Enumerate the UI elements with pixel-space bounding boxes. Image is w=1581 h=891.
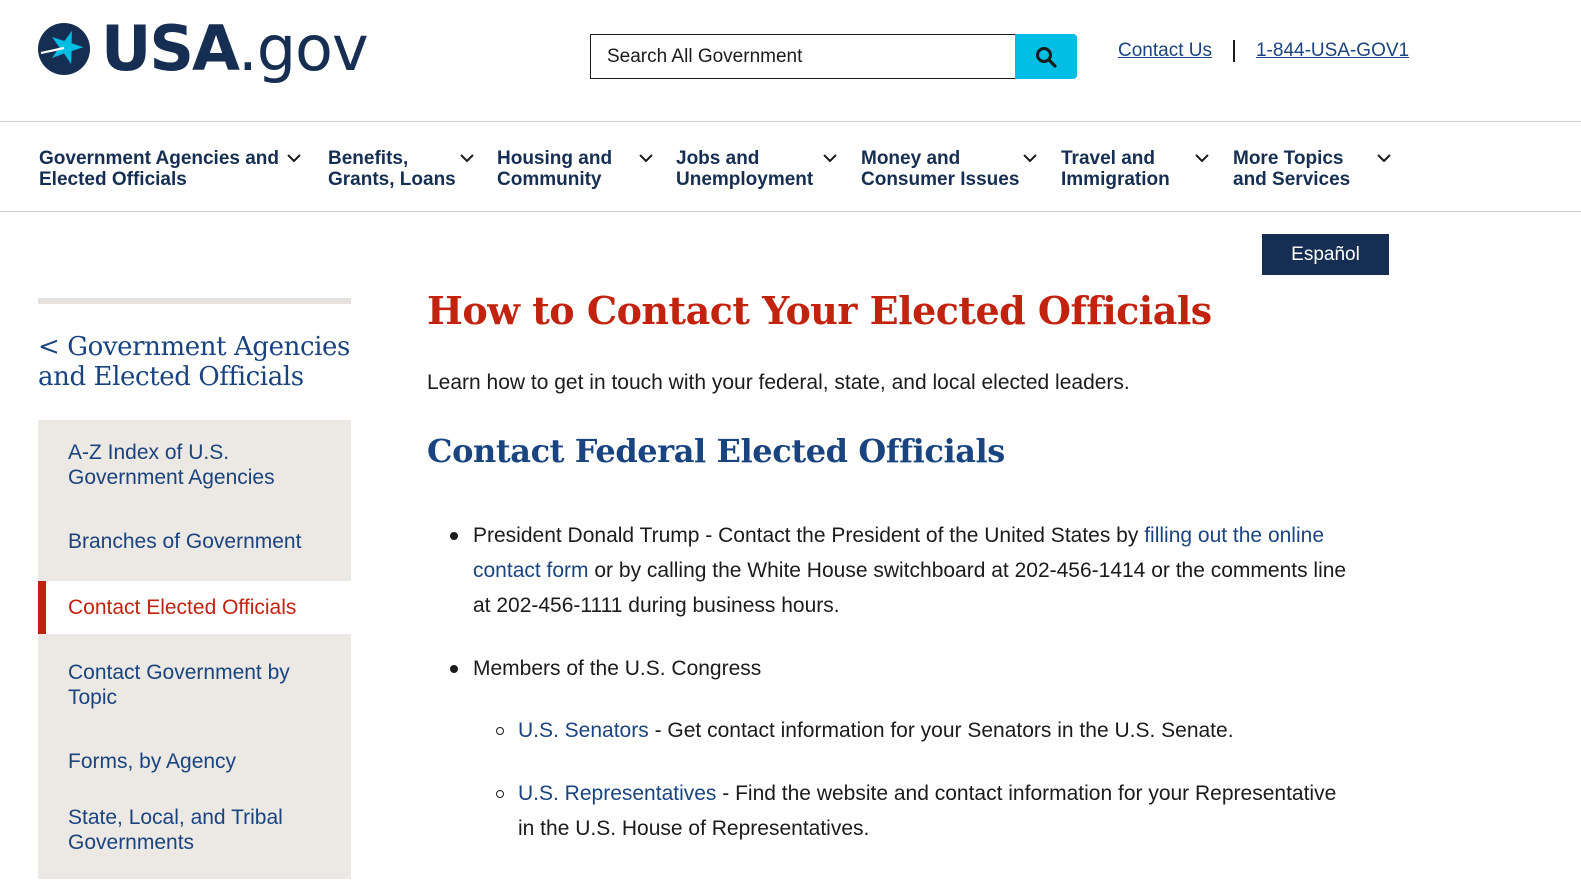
divider xyxy=(38,298,351,304)
senators-link[interactable]: U.S. Senators xyxy=(518,719,649,742)
sidebar-item-branches[interactable]: Branches of Government xyxy=(38,517,351,581)
bullet-icon xyxy=(450,532,458,540)
representatives-link[interactable]: U.S. Representatives xyxy=(518,782,716,805)
nav-item-more-topics[interactable]: More Topics and Services xyxy=(1233,148,1391,190)
nav-item-label: Money and Consumer Issues xyxy=(861,148,1020,190)
sidebar-list: A-Z Index of U.S. Government Agencies Br… xyxy=(38,420,351,879)
nav-item-label: Government Agencies and Elected Official… xyxy=(39,148,280,190)
star-circle-icon xyxy=(38,23,90,75)
nav-item-label: Travel and Immigration xyxy=(1061,148,1170,190)
contact-form-link[interactable]: contact form xyxy=(473,559,589,582)
chevron-down-icon xyxy=(823,154,837,163)
president-text: at 202-456-1111 during business hours. xyxy=(473,594,840,617)
president-text: or by calling the White House switchboar… xyxy=(588,559,1347,582)
nav-item-label: Benefits, Grants, Loans xyxy=(328,148,456,190)
main-nav: Government Agencies and Elected Official… xyxy=(0,121,1581,212)
search-icon xyxy=(1036,46,1057,68)
sidebar-item-label: Contact Elected Officials xyxy=(68,596,297,619)
site-header: USA.gov Contact Us 1-844-USA-GOV1 xyxy=(0,0,1581,122)
divider xyxy=(1232,40,1235,62)
page-title: How to Contact Your Elected Officials xyxy=(427,288,1212,333)
sidebar-item-contact-by-topic[interactable]: Contact Government by Topic xyxy=(38,634,351,723)
chevron-down-icon xyxy=(460,154,474,163)
sidebar-item-label: Branches of Government xyxy=(68,530,302,553)
main-content: How to Contact Your Elected Officials Le… xyxy=(427,288,1407,840)
nav-item-label: Housing and Community xyxy=(497,148,613,190)
search-form xyxy=(590,34,1077,79)
congress-label: Members of the U.S. Congress xyxy=(473,657,762,680)
representatives-text: in the U.S. House of Representatives. xyxy=(518,817,870,840)
nav-item-benefits[interactable]: Benefits, Grants, Loans xyxy=(328,148,474,190)
senators-text: - Get contact information for your Senat… xyxy=(648,719,1234,742)
section-heading: Contact Federal Elected Officials xyxy=(427,432,1005,470)
nav-item-label: Jobs and Unemployment xyxy=(676,148,814,190)
nav-item-label: More Topics and Services xyxy=(1233,148,1351,190)
phone-link[interactable]: 1-844-USA-GOV1 xyxy=(1256,40,1409,62)
bullet-icon xyxy=(496,790,504,798)
usagov-logo[interactable]: USA.gov xyxy=(37,12,369,85)
representatives-text: - Find the website and contact informati… xyxy=(716,782,1337,805)
president-text: President Donald Trump - Contact the Pre… xyxy=(473,524,1145,547)
sidebar-item-az-index[interactable]: A-Z Index of U.S. Government Agencies xyxy=(38,420,351,517)
chevron-down-icon xyxy=(1195,154,1209,163)
sidebar-item-label: A-Z Index of U.S. Government Agencies xyxy=(68,441,275,489)
chevron-down-icon xyxy=(639,154,653,163)
bullet-icon xyxy=(496,727,504,735)
nav-item-travel[interactable]: Travel and Immigration xyxy=(1061,148,1209,190)
nav-item-government-agencies[interactable]: Government Agencies and Elected Official… xyxy=(39,148,301,190)
nav-item-money[interactable]: Money and Consumer Issues xyxy=(861,148,1037,190)
espanol-button[interactable]: Español xyxy=(1262,234,1389,275)
logo-wordmark: USA.gov xyxy=(101,12,369,85)
sidebar-item-contact-elected-officials[interactable]: Contact Elected Officials xyxy=(38,581,351,634)
chevron-down-icon xyxy=(287,154,301,163)
intro-text: Learn how to get in touch with your fede… xyxy=(427,371,1130,394)
sidebar-nav: < Government Agencies and Elected Offici… xyxy=(38,298,351,879)
nav-item-jobs[interactable]: Jobs and Unemployment xyxy=(676,148,837,190)
bullet-icon xyxy=(450,665,458,673)
sidebar-item-label: State, Local, and Tribal Governments xyxy=(68,806,283,854)
contact-us-link[interactable]: Contact Us xyxy=(1118,40,1212,62)
sidebar-item-label: Forms, by Agency xyxy=(68,750,237,773)
nav-item-housing[interactable]: Housing and Community xyxy=(497,148,653,190)
chevron-down-icon xyxy=(1023,154,1037,163)
search-button[interactable] xyxy=(1015,34,1077,79)
sidebar-item-forms[interactable]: Forms, by Agency xyxy=(38,723,351,787)
chevron-down-icon xyxy=(1377,154,1391,163)
sidebar-item-state-local-tribal[interactable]: State, Local, and Tribal Governments xyxy=(38,787,351,879)
contact-form-link[interactable]: filling out the online xyxy=(1144,524,1324,547)
search-input[interactable] xyxy=(590,34,1015,79)
header-contact-links: Contact Us 1-844-USA-GOV1 xyxy=(1118,40,1409,62)
sidebar-item-label: Contact Government by Topic xyxy=(68,661,290,709)
sidebar-parent-link[interactable]: < Government Agencies and Elected Offici… xyxy=(38,332,351,392)
